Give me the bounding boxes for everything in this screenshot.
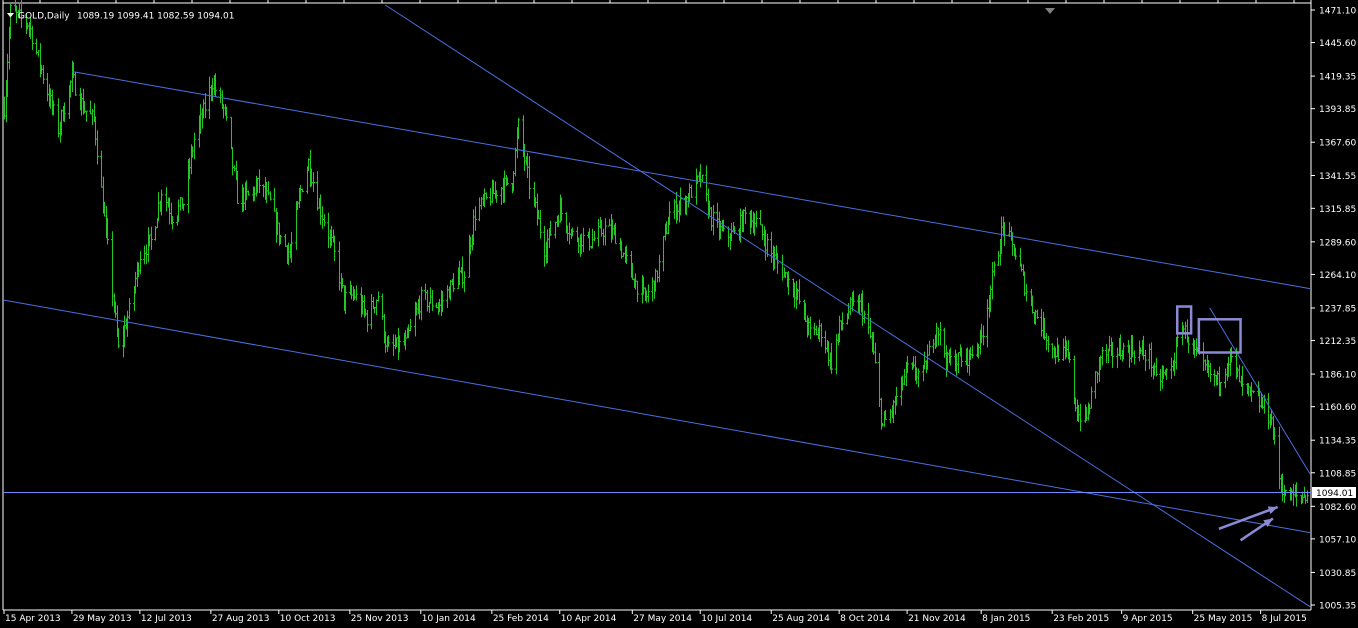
price-tick-label: 1057.10 xyxy=(1319,535,1356,545)
price-tick-label: 1134.35 xyxy=(1319,437,1356,447)
price-tick-label: 1471.10 xyxy=(1319,7,1356,17)
price-tick-label: 1030.85 xyxy=(1319,569,1356,579)
chart-canvas[interactable]: 1471.10 1445.60 1419.35 1393.85 1367.60 1341.… xyxy=(0,0,1358,624)
symbol-label: GOLD,Daily xyxy=(18,12,70,22)
ohlc-label: 1089.19 1099.41 1082.59 1094.01 xyxy=(77,12,234,22)
time-tick-label: 25 Nov 2013 xyxy=(351,614,409,624)
price-tick-label: 1445.60 xyxy=(1319,39,1356,49)
price-tick-label: 1160.60 xyxy=(1319,403,1356,413)
price-tick-label: 1315.85 xyxy=(1319,205,1356,215)
time-tick-label: 27 Aug 2013 xyxy=(212,614,270,624)
time-tick-label: 9 Apr 2015 xyxy=(1123,614,1173,624)
price-tick-label: 1237.85 xyxy=(1319,304,1356,314)
time-tick-label: 25 Aug 2014 xyxy=(772,614,830,624)
time-tick-label: 10 Oct 2013 xyxy=(280,614,336,624)
time-tick-label: 21 Nov 2014 xyxy=(908,614,966,624)
time-tick-label: 10 Jan 2014 xyxy=(422,614,476,624)
time-tick-label: 8 Oct 2014 xyxy=(840,614,890,624)
time-tick-label: 23 Feb 2015 xyxy=(1053,614,1109,624)
time-tick-label: 25 May 2015 xyxy=(1194,614,1253,624)
price-tick-label: 1367.60 xyxy=(1319,139,1356,149)
current-price-tag-text: 1094.01 xyxy=(1316,489,1353,499)
chart-background xyxy=(0,0,1358,624)
price-tick-label: 1186.10 xyxy=(1319,371,1356,381)
price-tick-label: 1393.85 xyxy=(1319,105,1356,115)
price-tick-label: 1082.60 xyxy=(1319,503,1356,513)
time-tick-label: 27 May 2014 xyxy=(633,614,692,624)
price-tick-label: 1264.10 xyxy=(1319,271,1356,281)
time-tick-label: 10 Apr 2014 xyxy=(561,614,617,624)
time-tick-label: 8 Jan 2015 xyxy=(982,614,1030,624)
price-tick-label: 1419.35 xyxy=(1319,73,1356,83)
time-tick-label: 12 Jul 2013 xyxy=(141,614,192,624)
price-tick-label: 1341.55 xyxy=(1319,172,1356,182)
price-tick-label: 1289.60 xyxy=(1319,238,1356,248)
price-tick-label: 1005.35 xyxy=(1319,602,1356,612)
current-price-tag: 1094.01 xyxy=(1312,487,1356,499)
price-tick-label: 1108.85 xyxy=(1319,469,1356,479)
price-tick-label: 1212.35 xyxy=(1319,337,1356,347)
time-tick-label: 15 Apr 2013 xyxy=(5,614,61,624)
time-tick-label: 10 Jul 2014 xyxy=(701,614,752,624)
time-tick-label: 29 May 2013 xyxy=(73,614,132,624)
chart-header: GOLD,Daily 1089.19 1099.41 1082.59 1094.… xyxy=(7,12,234,22)
time-tick-label: 8 Jul 2015 xyxy=(1262,614,1307,624)
chart-window[interactable]: 1471.10 1445.60 1419.35 1393.85 1367.60 1341.… xyxy=(0,0,1358,624)
time-tick-label: 25 Feb 2014 xyxy=(493,614,549,624)
